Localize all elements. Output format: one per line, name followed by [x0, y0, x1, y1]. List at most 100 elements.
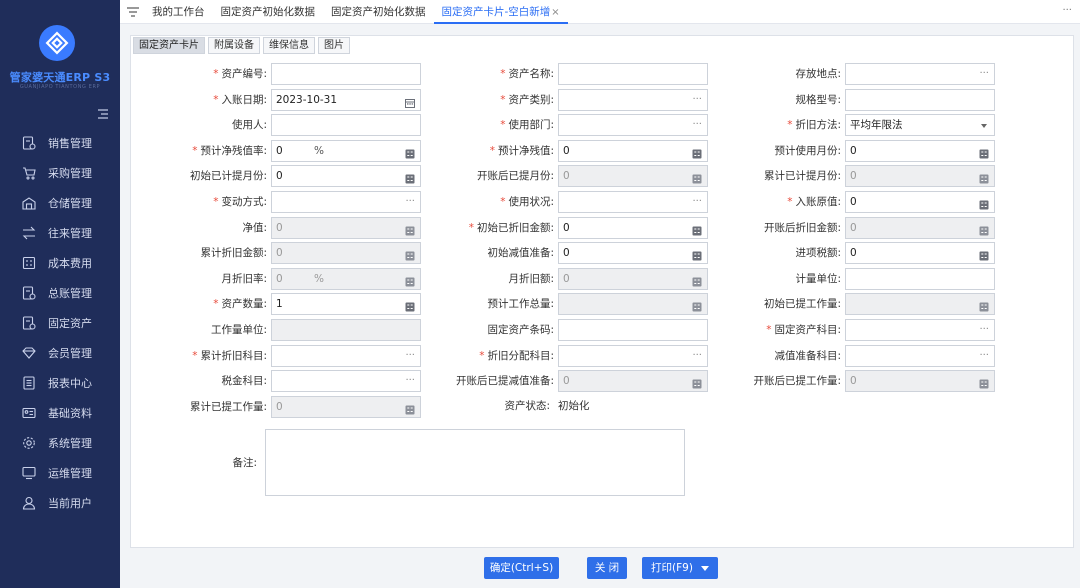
- calculator-icon[interactable]: [979, 299, 989, 312]
- field-input[interactable]: 0: [845, 140, 995, 162]
- tab-asset-card-new[interactable]: 固定资产卡片-空白新增×: [433, 0, 568, 24]
- field-input[interactable]: 0: [558, 242, 708, 264]
- field-input[interactable]: 2023-10-31: [271, 89, 421, 111]
- subtab-maintenance[interactable]: 维保信息: [263, 37, 315, 54]
- print-button[interactable]: 打印(F9): [642, 557, 718, 579]
- subtab-asset-card[interactable]: 固定资产卡片: [133, 37, 205, 54]
- calculator-icon[interactable]: [979, 376, 989, 389]
- ellipsis-picker-icon[interactable]: ···: [405, 371, 415, 391]
- subtab-equipment[interactable]: 附属设备: [208, 37, 260, 54]
- sidebar-item-reports[interactable]: 报表中心: [0, 368, 120, 398]
- calculator-icon[interactable]: [692, 376, 702, 389]
- field-input[interactable]: 0: [558, 140, 708, 162]
- calculator-icon[interactable]: [692, 274, 702, 287]
- field-input[interactable]: ···: [558, 345, 708, 367]
- field-input[interactable]: ···: [845, 319, 995, 341]
- field-input[interactable]: [845, 268, 995, 290]
- calculator-icon[interactable]: [692, 299, 702, 312]
- close-tab-icon[interactable]: ×: [551, 7, 559, 18]
- field-input[interactable]: [271, 63, 421, 85]
- calculator-icon[interactable]: [979, 171, 989, 184]
- collapse-menu-icon[interactable]: [97, 108, 109, 120]
- field-label-text: 累计折旧金额:: [200, 247, 267, 259]
- tab-asset-init-1[interactable]: 固定资产初始化数据: [213, 0, 324, 24]
- confirm-button[interactable]: 确定(Ctrl+S): [484, 557, 559, 579]
- subtab-images[interactable]: 图片: [318, 37, 350, 54]
- calculator-icon[interactable]: [405, 402, 415, 415]
- field-input[interactable]: 0: [271, 165, 421, 187]
- field-input[interactable]: ···: [558, 114, 708, 136]
- sidebar-item-purchase[interactable]: 采购管理: [0, 158, 120, 188]
- calculator-icon[interactable]: [692, 171, 702, 184]
- close-button[interactable]: 关 闭: [587, 557, 627, 579]
- sidebar-item-system[interactable]: 系统管理: [0, 428, 120, 458]
- ellipsis-picker-icon[interactable]: ···: [405, 192, 415, 212]
- sidebar-item-basic-data[interactable]: 基础资料: [0, 398, 120, 428]
- tab-workbench[interactable]: 我的工作台: [144, 0, 213, 24]
- field-input[interactable]: ···: [845, 345, 995, 367]
- sidebar-item-label: 仓储管理: [48, 197, 92, 210]
- asset-icon: [20, 314, 38, 332]
- sidebar-item-ledger[interactable]: 总账管理: [0, 278, 120, 308]
- calculator-icon[interactable]: [979, 197, 989, 210]
- field-input[interactable]: 0: [558, 217, 708, 239]
- calculator-icon[interactable]: [405, 248, 415, 261]
- tab-asset-init-2[interactable]: 固定资产初始化数据: [323, 0, 434, 24]
- field-input[interactable]: ···: [558, 191, 708, 213]
- field-input[interactable]: [845, 89, 995, 111]
- calculator-icon[interactable]: [692, 146, 702, 159]
- field-input[interactable]: 0: [845, 191, 995, 213]
- ellipsis-picker-icon[interactable]: ···: [405, 346, 415, 366]
- ellipsis-picker-icon[interactable]: ···: [692, 90, 702, 110]
- field-input[interactable]: ···: [271, 191, 421, 213]
- field-label: * 入账日期:: [213, 89, 267, 111]
- field-input[interactable]: [558, 63, 708, 85]
- field-label-text: 开账后已提月份:: [476, 170, 554, 182]
- field-input[interactable]: ···: [558, 89, 708, 111]
- sidebar-item-current-user[interactable]: 当前用户: [0, 488, 120, 518]
- calculator-icon[interactable]: [979, 146, 989, 159]
- field-input[interactable]: [558, 319, 708, 341]
- field-input[interactable]: 1: [271, 293, 421, 315]
- field-input[interactable]: 平均年限法: [845, 114, 995, 136]
- field-label: 累计已计提月份:: [764, 165, 841, 187]
- calculator-icon[interactable]: [405, 274, 415, 287]
- field-label-text: 资产名称:: [508, 68, 554, 80]
- ellipsis-picker-icon[interactable]: ···: [979, 64, 989, 84]
- calculator-icon[interactable]: [979, 248, 989, 261]
- field-input[interactable]: 0: [845, 242, 995, 264]
- sidebar-item-fixed-assets[interactable]: 固定资产: [0, 308, 120, 338]
- sidebar-item-ops[interactable]: 运维管理: [0, 458, 120, 488]
- ellipsis-picker-icon[interactable]: ···: [692, 192, 702, 212]
- remark-textarea[interactable]: [265, 429, 685, 496]
- field-input[interactable]: 0%: [271, 140, 421, 162]
- ellipsis-picker-icon[interactable]: ···: [979, 320, 989, 340]
- required-marker: *: [500, 196, 506, 208]
- field-input[interactable]: ···: [271, 370, 421, 392]
- chevron-down-icon[interactable]: [981, 124, 987, 128]
- field-label: 开账后已提工作量:: [753, 370, 841, 392]
- sidebar-item-members[interactable]: 会员管理: [0, 338, 120, 368]
- calculator-icon[interactable]: [979, 223, 989, 236]
- field-input[interactable]: ···: [271, 345, 421, 367]
- sidebar-item-cost[interactable]: 成本费用: [0, 248, 120, 278]
- ellipsis-picker-icon[interactable]: ···: [692, 346, 702, 366]
- field-label-text: 初始已折旧金额:: [476, 222, 554, 234]
- calculator-icon[interactable]: [405, 223, 415, 236]
- sidebar-item-sales[interactable]: 销售管理: [0, 128, 120, 158]
- calculator-icon[interactable]: [692, 248, 702, 261]
- more-icon[interactable]: ···: [1062, 5, 1072, 16]
- field-input: [271, 319, 421, 341]
- calculator-icon[interactable]: [405, 299, 415, 312]
- menu-icon[interactable]: [126, 5, 140, 19]
- field-input[interactable]: ···: [845, 63, 995, 85]
- calculator-icon[interactable]: [405, 171, 415, 184]
- ellipsis-picker-icon[interactable]: ···: [692, 115, 702, 135]
- field-input[interactable]: [271, 114, 421, 136]
- calculator-icon[interactable]: [405, 146, 415, 159]
- sidebar-item-warehouse[interactable]: 仓储管理: [0, 188, 120, 218]
- calculator-icon[interactable]: [692, 223, 702, 236]
- sidebar-item-exchange[interactable]: 往来管理: [0, 218, 120, 248]
- calendar-icon[interactable]: [405, 95, 415, 108]
- ellipsis-picker-icon[interactable]: ···: [979, 346, 989, 366]
